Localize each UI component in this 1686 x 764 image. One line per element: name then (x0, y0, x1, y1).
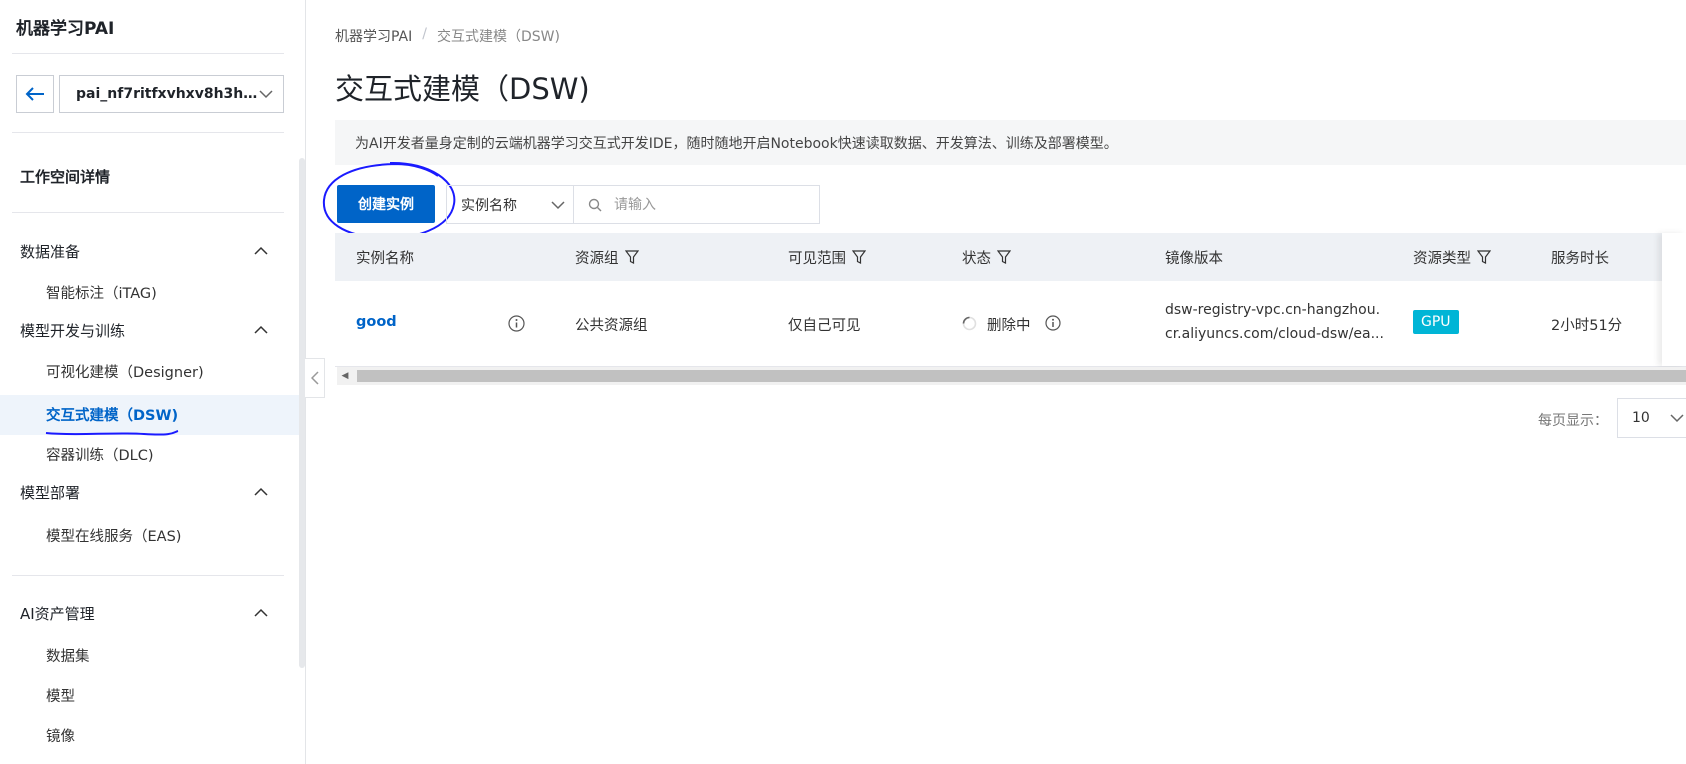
table-fixed-column-edge (1662, 233, 1686, 366)
divider (12, 575, 284, 576)
sidebar-item-designer[interactable]: 可视化建模（Designer) (46, 361, 204, 382)
search-icon (588, 198, 602, 211)
chevron-left-icon (310, 371, 319, 385)
chevron-up-icon (254, 608, 268, 617)
column-header-group: 资源组 (575, 233, 639, 281)
sidebar-group-label: 数据准备 (20, 242, 81, 261)
column-header-label: 状态 (962, 250, 991, 267)
create-instance-button[interactable]: 创建实例 (337, 185, 435, 223)
column-header-label: 实例名称 (356, 250, 414, 267)
page-size-value: 10 (1632, 410, 1650, 426)
instance-name-link[interactable]: good (356, 314, 397, 330)
chevron-up-icon (254, 325, 268, 334)
sidebar-group-deploy[interactable]: 模型部署 (20, 477, 268, 507)
breadcrumb-current: 交互式建模（DSW) (436, 29, 560, 45)
column-header-label: 镜像版本 (1165, 250, 1223, 267)
sidebar-item-dsw[interactable]: 交互式建模（DSW) (46, 404, 178, 425)
page-description: 为AI开发者量身定制的云端机器学习交互式开发IDE，随时随地开启Notebook… (335, 120, 1686, 165)
breadcrumb-separator: / (422, 26, 427, 42)
sidebar-group-data-prep[interactable]: 数据准备 (20, 236, 268, 266)
table-row: good 公共资源组 仅自己可见 删除中 dsw-registry-vpc.cn… (335, 282, 1686, 367)
page-size-label: 每页显示： (1538, 413, 1608, 429)
sidebar-group-label: AI资产管理 (20, 604, 95, 623)
workspace-name: pai_nf7ritfxvhxv8h3h... (76, 86, 259, 102)
back-button[interactable] (16, 75, 54, 113)
image-version-line2: cr.aliyuncs.com/cloud-dsw/ea... (1165, 326, 1384, 342)
sidebar-group-model-dev[interactable]: 模型开发与训练 (20, 315, 268, 345)
search-field-value: 实例名称 (461, 197, 517, 214)
divider (12, 132, 284, 133)
filter-funnel-icon[interactable] (624, 250, 639, 264)
column-header-label: 可见范围 (788, 250, 846, 267)
page-description-text: 为AI开发者量身定制的云端机器学习交互式开发IDE，随时随地开启Notebook… (355, 135, 1118, 152)
filter-funnel-icon[interactable] (852, 250, 866, 264)
filter-funnel-icon[interactable] (1477, 250, 1491, 264)
chevron-down-icon (551, 200, 565, 209)
sidebar-group-label: 模型开发与训练 (20, 321, 126, 340)
info-icon[interactable] (508, 315, 525, 332)
chevron-up-icon (254, 487, 268, 496)
sidebar-item-itag[interactable]: 智能标注（iTAG) (46, 282, 157, 303)
page-title: 交互式建模（DSW) (335, 72, 590, 106)
breadcrumb: 机器学习PAI / 交互式建模（DSW) (335, 26, 560, 46)
image-version-line1: dsw-registry-vpc.cn-hangzhou. (1165, 302, 1381, 318)
scroll-left-arrow-icon[interactable]: ◀ (339, 370, 351, 382)
duration-value: 2小时51分 (1551, 318, 1623, 334)
hand-drawn-underline (45, 430, 179, 436)
scrollbar-thumb[interactable] (357, 370, 1686, 382)
sidebar: 机器学习PAI pai_nf7ritfxvhxv8h3h... 工作空间详情 数… (0, 0, 306, 764)
back-arrow-icon (25, 87, 44, 101)
column-header-name: 实例名称 (356, 233, 414, 281)
resource-group-value: 公共资源组 (575, 318, 648, 334)
chevron-down-icon (259, 90, 273, 99)
sidebar-group-ai-assets[interactable]: AI资产管理 (20, 598, 268, 628)
workspace-select[interactable]: pai_nf7ritfxvhxv8h3h... (59, 75, 284, 113)
column-header-visibility: 可见范围 (788, 233, 866, 281)
column-header-duration: 服务时长 (1551, 233, 1609, 281)
search-field-select[interactable]: 实例名称 (446, 185, 574, 224)
divider (12, 212, 284, 213)
sidebar-scrollbar[interactable] (299, 158, 305, 668)
loading-spinner-icon (962, 316, 977, 331)
column-header-image: 镜像版本 (1165, 233, 1223, 281)
sidebar-item-images[interactable]: 镜像 (46, 725, 75, 746)
instance-name[interactable]: good (356, 314, 397, 330)
search-box (573, 185, 820, 224)
resource-type-cell: GPU (1413, 310, 1459, 334)
chevron-up-icon (254, 246, 268, 255)
column-header-label: 服务时长 (1551, 250, 1609, 267)
info-icon[interactable] (1045, 315, 1061, 331)
app-title: 机器学习PAI (16, 19, 115, 39)
table-horizontal-scrollbar[interactable]: ◀ (337, 367, 1686, 385)
sidebar-item-dlc[interactable]: 容器训练（DLC) (46, 444, 154, 465)
sidebar-item-workspace-details[interactable]: 工作空间详情 (20, 166, 110, 187)
filter-funnel-icon[interactable] (997, 250, 1011, 264)
column-header-status: 状态 (962, 233, 1011, 281)
divider (12, 53, 284, 54)
page-size-select[interactable]: 10 (1617, 398, 1686, 438)
table-header: 实例名称 资源组 可见范围 状态 镜像版本 资源类型 服务时长 (335, 233, 1686, 281)
sidebar-item-eas[interactable]: 模型在线服务（EAS) (46, 525, 181, 546)
column-header-label: 资源类型 (1413, 250, 1471, 267)
sidebar-item-datasets[interactable]: 数据集 (46, 645, 90, 666)
status-value: 删除中 (987, 318, 1031, 334)
visibility-value: 仅自己可见 (788, 318, 861, 334)
column-header-label: 资源组 (575, 250, 619, 267)
column-header-resource-type: 资源类型 (1413, 233, 1491, 281)
breadcrumb-root[interactable]: 机器学习PAI (335, 26, 412, 46)
search-input[interactable] (612, 195, 796, 214)
chevron-down-icon (1670, 414, 1684, 423)
sidebar-item-models[interactable]: 模型 (46, 685, 75, 706)
sidebar-group-label: 模型部署 (20, 483, 81, 502)
gpu-badge: GPU (1413, 310, 1459, 334)
sidebar-collapse-handle[interactable] (305, 358, 325, 398)
